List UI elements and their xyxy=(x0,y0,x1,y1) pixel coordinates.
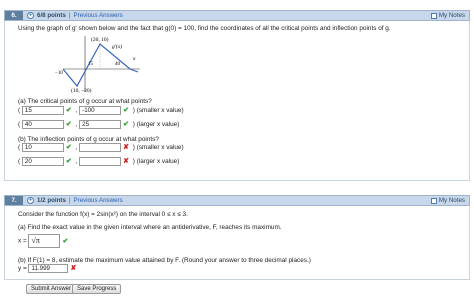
notes-icon xyxy=(430,12,437,19)
check-icon: ✔ xyxy=(123,121,130,129)
q7-part-b-question: (b) If F(1) = 8, estimate the maximum va… xyxy=(18,257,311,264)
my-notes-label: My Notes xyxy=(438,197,465,204)
y-equals-label: y = xyxy=(18,265,27,272)
question-6-header: 6. ● 6/8 points | Previous Answers My No… xyxy=(4,10,470,21)
inflection-point-row-1: ( 10 ✔ , ✘ ) (smaller x value) xyxy=(18,143,184,152)
row-label: (smaller x value) xyxy=(136,144,184,151)
question-6-prompt: Using the graph of g' shown below and th… xyxy=(18,25,391,32)
save-progress-button[interactable]: Save Progress xyxy=(72,284,122,294)
x-equals-label: x = xyxy=(18,237,27,245)
previous-answers-link[interactable]: Previous Answers xyxy=(74,197,123,204)
critical-x1-input[interactable]: 15 xyxy=(21,106,64,115)
check-icon: ✔ xyxy=(65,158,72,166)
critical-y1-input[interactable]: -100 xyxy=(79,106,122,115)
derivative-curve xyxy=(62,43,139,88)
cross-icon: ✘ xyxy=(123,144,130,152)
notes-icon xyxy=(430,197,437,204)
check-icon: ✔ xyxy=(62,237,69,245)
inflection-x1-input[interactable]: 10 xyxy=(21,143,64,152)
previous-answers-link[interactable]: Previous Answers xyxy=(74,12,123,19)
derivative-graph: (20, 10) g'(x) 15 40 x −10 (10, −20) xyxy=(55,36,140,94)
separator: | xyxy=(68,12,71,19)
points-label: 6/8 points xyxy=(37,12,66,19)
row-label: (larger x value) xyxy=(136,158,180,165)
part-a-question: (a) The critical points of g occur at wh… xyxy=(18,98,152,105)
separator: | xyxy=(68,197,71,204)
question-7-prompt: Consider the function f(x) = 2sin(x²) on… xyxy=(18,211,188,218)
submit-answer-button[interactable]: Submit Answer xyxy=(26,284,77,294)
cross-icon: ✘ xyxy=(123,158,130,166)
my-notes-button[interactable]: My Notes xyxy=(430,197,465,204)
check-icon: ✔ xyxy=(65,121,72,129)
points-status-icon: ● xyxy=(27,12,34,19)
question-number: 6. xyxy=(5,11,23,20)
x-tick-neg10: −10 xyxy=(55,71,63,76)
critical-y2-input[interactable]: 25 xyxy=(79,120,122,129)
q7-part-a-question: (a) Find the exact value in the given in… xyxy=(18,224,282,231)
critical-point-row-1: ( 15 ✔ , -100 ✔ ) (smaller x value) xyxy=(18,106,184,115)
points-status-icon: ● xyxy=(27,197,34,204)
curve-label: g'(x) xyxy=(112,43,122,50)
trough-label: (10, −20) xyxy=(71,87,92,94)
check-icon: ✔ xyxy=(65,107,72,115)
cross-icon: ✘ xyxy=(70,265,77,273)
critical-x2-input[interactable]: 40 xyxy=(21,120,64,129)
row-label: (larger x value) xyxy=(136,121,180,128)
inflection-x2-input[interactable]: 20 xyxy=(21,157,64,166)
inflection-y2-input[interactable] xyxy=(79,157,122,166)
question-7-header: 7. ● 1/2 points | Previous Answers My No… xyxy=(4,195,470,206)
max-y-input[interactable]: 11.999 xyxy=(28,264,69,273)
inflection-y1-input[interactable] xyxy=(79,143,122,152)
my-notes-label: My Notes xyxy=(438,12,465,19)
check-icon: ✔ xyxy=(123,107,130,115)
max-x-input[interactable]: √π xyxy=(28,234,61,248)
question-number: 7. xyxy=(5,196,23,205)
peak-label: (20, 10) xyxy=(91,36,109,43)
check-icon: ✔ xyxy=(65,144,72,152)
x-tick-40: 40 xyxy=(115,62,121,67)
my-notes-button[interactable]: My Notes xyxy=(430,12,465,19)
q7-part-b-answer-row: y = 11.999 ✘ xyxy=(18,264,78,273)
q7-part-a-answer-row: x = √π ✔ xyxy=(18,234,70,248)
part-b-question: (b) The inflection points of g occur at … xyxy=(18,136,159,143)
points-label: 1/2 points xyxy=(37,197,66,204)
x-axis-label: x xyxy=(132,56,136,62)
inflection-point-row-2: ( 20 ✔ , ✘ ) (larger x value) xyxy=(18,157,180,166)
critical-point-row-2: ( 40 ✔ , 25 ✔ ) (larger x value) xyxy=(18,120,180,129)
x-tick-15: 15 xyxy=(88,62,94,67)
row-label: (smaller x value) xyxy=(136,107,184,114)
